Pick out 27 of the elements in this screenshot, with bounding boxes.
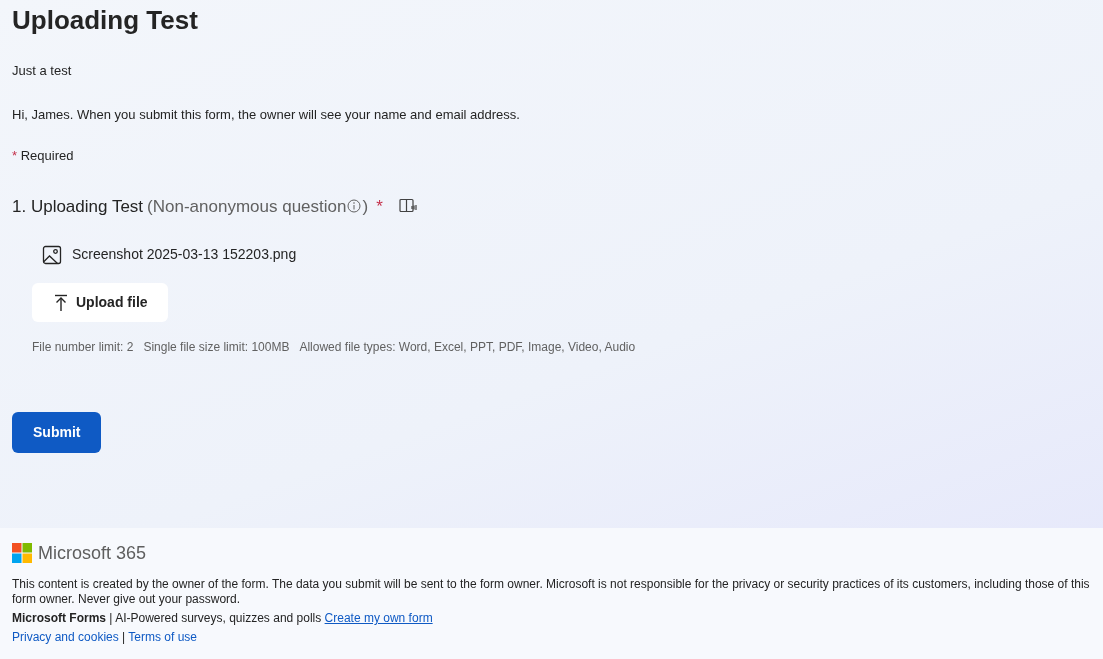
microsoft-logo-icon: [12, 543, 32, 563]
submit-button[interactable]: Submit: [12, 412, 102, 453]
required-mark: *: [12, 148, 18, 163]
question-qualifier: (Non-anonymous question: [147, 195, 347, 218]
image-file-icon: [42, 244, 62, 265]
footer-disclaimer: This content is created by the owner of the form. The data you submit will be sent to the form owner. Microsoft is not responsible for the privacy or security practices of its customers, including those of this form owner. Never give out your password.: [12, 577, 1091, 607]
brand-name: Microsoft 365: [38, 545, 147, 561]
upload-limit-text: File number limit: 2: [32, 339, 134, 356]
question-title: 1. Uploading Test: [12, 195, 144, 218]
form-notice: Hi, James. When you submit this form, the owner will see your name and email address.: [12, 105, 521, 124]
form-description: Just a test: [12, 62, 73, 80]
upload-limit-text: Allowed file types: Word, Excel, PPT, PDF, Image, Video, Audio: [299, 339, 636, 356]
info-icon: [347, 199, 362, 214]
required-mark: *: [376, 195, 383, 218]
product-tagline: Microsoft Forms | AI-Powered surveys, quizzes and polls: [12, 611, 322, 625]
link-separator: |: [122, 630, 126, 644]
required-label: Required: [20, 148, 74, 163]
footer-link[interactable]: Terms of use: [128, 630, 197, 644]
upload-icon: [54, 293, 68, 312]
file-name: Screenshot 2025-03-13 152203.png: [72, 245, 297, 264]
form-title: Uploading Test: [12, 4, 199, 37]
upload-file-button[interactable]: Upload file: [32, 283, 168, 322]
upload-limit-text: Single file size limit: 100MB: [143, 339, 290, 356]
footer-link[interactable]: Privacy and cookies: [12, 630, 119, 644]
question-qualifier: ): [362, 195, 369, 218]
create-form-link[interactable]: Create my own form: [324, 611, 433, 625]
immersive-reader-icon[interactable]: [398, 198, 417, 215]
